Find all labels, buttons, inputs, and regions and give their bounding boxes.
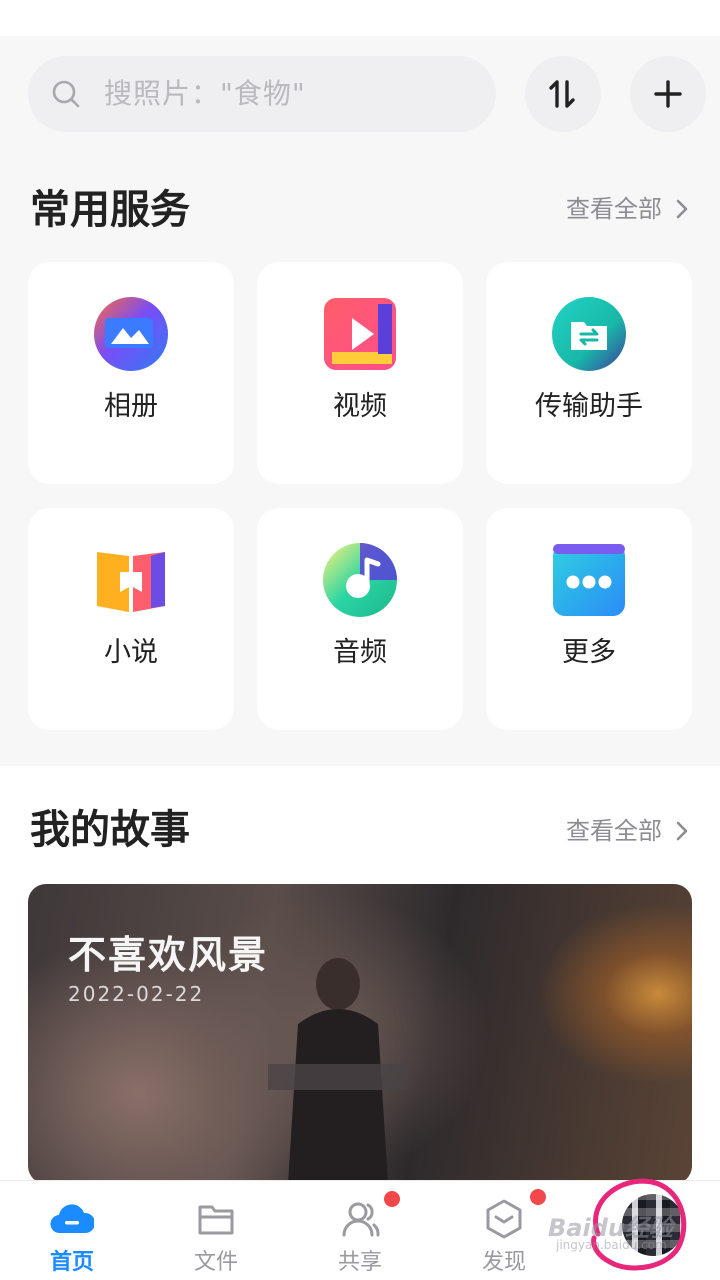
story-card[interactable]: 不喜欢风景 2022-02-22 xyxy=(28,884,692,1184)
service-transfer-assistant[interactable]: 传输助手 xyxy=(486,262,692,484)
watermark-url: jingyan.baidu.com xyxy=(556,1238,667,1252)
more-icon xyxy=(553,544,625,616)
service-label: 传输助手 xyxy=(535,391,643,422)
service-album[interactable]: 相册 xyxy=(28,262,234,484)
share-badge-dot xyxy=(384,1191,400,1207)
common-services-title: 常用服务 xyxy=(30,187,190,233)
service-label: 相册 xyxy=(104,391,158,422)
nav-share[interactable]: 共享 xyxy=(288,1181,432,1280)
album-icon xyxy=(94,297,168,371)
add-button[interactable] xyxy=(630,56,706,132)
audio-icon xyxy=(323,543,397,617)
cloud-home-icon xyxy=(50,1204,94,1234)
search-placeholder: 搜照片："食物" xyxy=(104,77,306,110)
service-label: 更多 xyxy=(562,637,616,668)
service-label: 音频 xyxy=(333,637,387,668)
nav-label: 文件 xyxy=(193,1250,238,1275)
my-stories-view-all[interactable]: 查看全部 xyxy=(566,816,688,846)
service-label: 小说 xyxy=(104,637,158,668)
status-bar xyxy=(0,0,720,36)
folder-icon xyxy=(198,1205,234,1235)
service-novel[interactable]: 小说 xyxy=(28,508,234,730)
transfer-assistant-icon xyxy=(552,297,626,371)
share-people-icon xyxy=(342,1202,380,1237)
screen: 搜照片："食物" 常用服务 查看全部 相册 视频 传输助手 小说 音频 更多 我… xyxy=(0,0,720,1280)
plus-icon xyxy=(654,80,682,108)
nav-home[interactable]: 首页 xyxy=(0,1181,144,1280)
my-stories-section: 我的故事 查看全部 不喜欢风景 2022-02-22 xyxy=(0,766,720,1186)
view-all-label: 查看全部 xyxy=(566,817,662,845)
service-label: 视频 xyxy=(333,391,387,422)
service-video[interactable]: 视频 xyxy=(257,262,463,484)
novel-icon xyxy=(97,552,165,612)
nav-label: 发现 xyxy=(481,1250,526,1275)
nav-files[interactable]: 文件 xyxy=(144,1181,288,1280)
story-title: 不喜欢风景 xyxy=(68,933,269,977)
service-audio[interactable]: 音频 xyxy=(257,508,463,730)
view-all-label: 查看全部 xyxy=(566,195,662,223)
top-area: 搜照片："食物" 常用服务 查看全部 相册 视频 传输助手 小说 音频 更多 xyxy=(0,36,720,766)
sort-icon xyxy=(549,80,575,108)
my-stories-title: 我的故事 xyxy=(30,807,190,853)
sort-button[interactable] xyxy=(525,56,601,132)
service-more[interactable]: 更多 xyxy=(486,508,692,730)
chevron-right-icon xyxy=(676,199,688,219)
search-bar[interactable]: 搜照片："食物" xyxy=(28,56,496,132)
common-services-view-all[interactable]: 查看全部 xyxy=(566,194,688,224)
story-subtitle: 2022-02-22 xyxy=(68,982,205,1006)
video-icon xyxy=(324,298,396,370)
nav-label: 共享 xyxy=(337,1250,382,1275)
discover-badge-dot xyxy=(530,1189,546,1205)
story-figure-image xyxy=(268,958,408,1184)
nav-label: 首页 xyxy=(49,1250,94,1275)
search-icon xyxy=(52,80,80,108)
discover-cube-icon xyxy=(486,1199,522,1239)
chevron-right-icon xyxy=(676,821,688,841)
